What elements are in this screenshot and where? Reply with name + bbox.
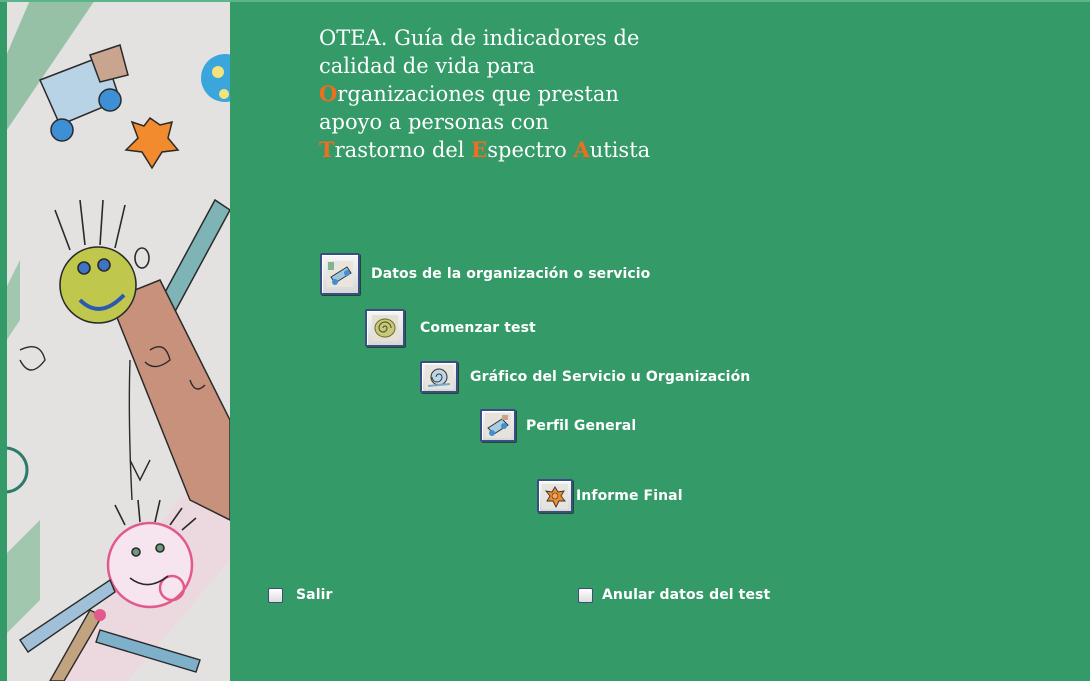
title-line-1: OTEA. Guía de indicadores de — [319, 26, 640, 50]
datos-organizacion-item[interactable]: Datos de la organización o servicio — [320, 253, 650, 295]
orange-flower-icon — [542, 483, 568, 509]
title-line-4: apoyo a personas con — [319, 110, 549, 134]
snail-drawing-icon — [425, 365, 453, 389]
app-title: OTEA. Guía de indicadores de calidad de … — [319, 24, 739, 164]
comenzar-test-button[interactable] — [365, 309, 405, 347]
comenzar-test-label[interactable]: Comenzar test — [420, 320, 536, 336]
title-line-5-part-2: spectro — [487, 138, 574, 162]
salir-checkbox[interactable] — [268, 587, 283, 603]
title-line-3: Organizaciones que prestan — [319, 80, 739, 108]
title-initial-t: T — [319, 137, 335, 162]
informe-final-label[interactable]: Informe Final — [576, 488, 683, 504]
grafico-servicio-item[interactable]: Gráfico del Servicio u Organización — [420, 361, 750, 393]
grafico-servicio-button[interactable] — [420, 361, 458, 393]
title-line-5: Trastorno del Espectro Autista — [319, 136, 739, 164]
title-line-5-part-1: rastorno del — [334, 138, 472, 162]
salir-option[interactable]: Salir — [268, 587, 333, 603]
salir-label[interactable]: Salir — [296, 587, 333, 603]
datos-organizacion-label[interactable]: Datos de la organización o servicio — [371, 266, 650, 282]
title-line-2: calidad de vida para — [319, 54, 536, 78]
anular-datos-option[interactable]: Anular datos del test — [578, 587, 770, 603]
perfil-general-item[interactable]: Perfil General — [480, 409, 636, 442]
datos-organizacion-button[interactable] — [320, 253, 360, 295]
perfil-general-button[interactable] — [480, 409, 516, 442]
title-line-5-part-3: utista — [589, 138, 651, 162]
title-initial-e: E — [471, 137, 488, 162]
comenzar-test-item[interactable]: Comenzar test — [365, 309, 536, 347]
car-drawing-icon — [327, 261, 353, 287]
anular-datos-label[interactable]: Anular datos del test — [602, 587, 770, 603]
grafico-servicio-label[interactable]: Gráfico del Servicio u Organización — [470, 369, 750, 385]
title-initial-a: A — [573, 137, 590, 162]
anular-datos-checkbox[interactable] — [578, 587, 593, 603]
spiral-drawing-icon — [372, 315, 398, 341]
informe-final-item[interactable]: Informe Final — [537, 479, 683, 513]
car-sketch-icon — [485, 413, 511, 438]
top-border — [0, 0, 1090, 2]
left-border — [0, 0, 7, 681]
decorative-drawing-panel — [0, 0, 230, 681]
title-line-3-rest: rganizaciones que prestan — [337, 82, 619, 106]
title-initial-o: O — [319, 81, 338, 106]
perfil-general-label[interactable]: Perfil General — [526, 418, 636, 434]
informe-final-button[interactable] — [537, 479, 573, 513]
child-drawing-illustration — [0, 0, 230, 681]
